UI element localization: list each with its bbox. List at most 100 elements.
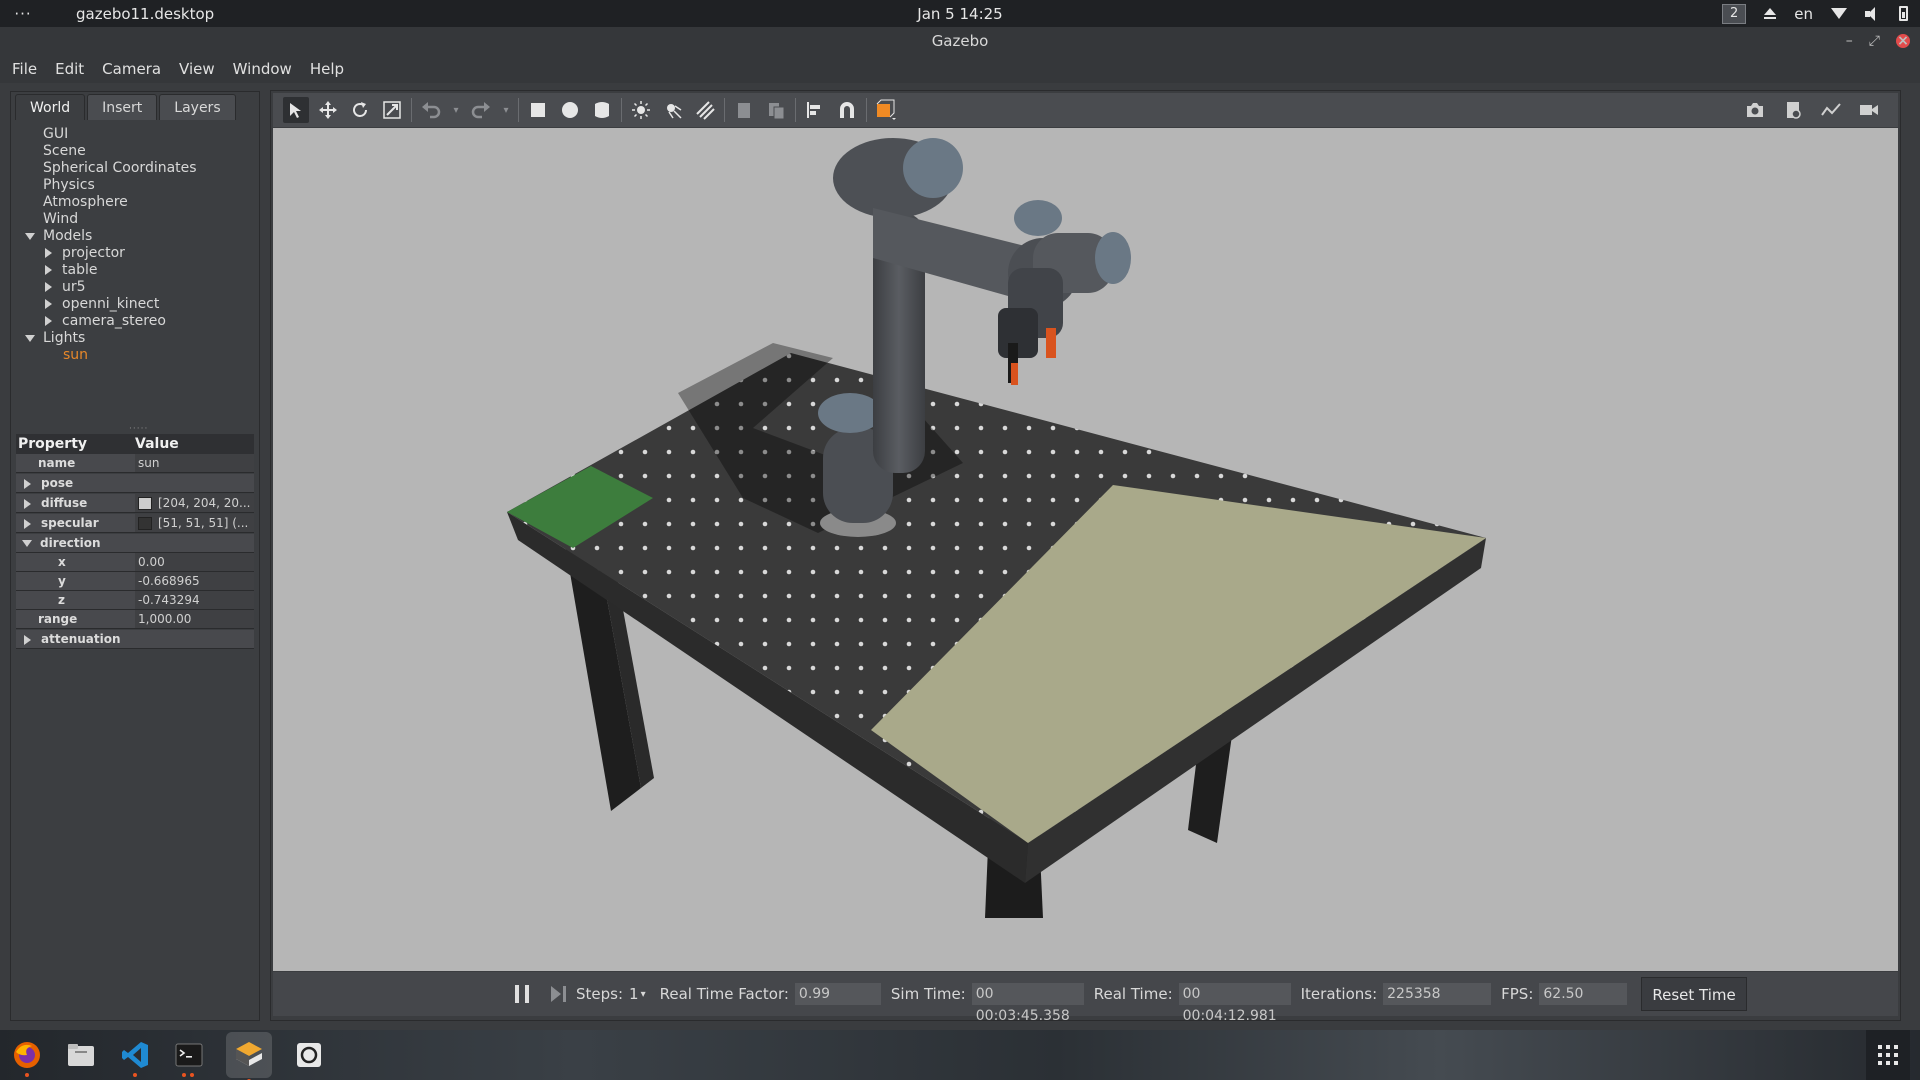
menu-file[interactable]: File	[12, 60, 37, 78]
tab-world[interactable]: World	[15, 94, 86, 120]
eject-icon[interactable]	[1764, 8, 1777, 19]
collapse-arrow-icon[interactable]	[24, 518, 31, 529]
reset-time-button[interactable]: Reset Time	[1641, 977, 1747, 1011]
gazebo-launcher[interactable]	[226, 1032, 272, 1080]
copy-button[interactable]	[731, 97, 757, 123]
tree-item-lights[interactable]: Lights	[25, 330, 85, 347]
tree-item-gui[interactable]: GUI	[43, 126, 68, 143]
tree-item-model[interactable]: ur5	[45, 279, 86, 296]
expand-arrow-icon[interactable]	[25, 232, 35, 240]
prop-value[interactable]: -0.743294	[135, 591, 254, 609]
menu-help[interactable]: Help	[310, 60, 344, 78]
plot-button[interactable]	[1818, 97, 1844, 123]
view-angle-button[interactable]	[873, 97, 899, 123]
menu-view[interactable]: View	[179, 60, 215, 78]
prop-row-pose[interactable]: pose	[16, 474, 254, 493]
point-light-button[interactable]	[628, 97, 654, 123]
firefox-launcher[interactable]	[10, 1038, 44, 1077]
prop-row-diffuse[interactable]: diffuse [204, 204, 20...	[16, 494, 254, 513]
tree-item-atmosphere[interactable]: Atmosphere	[43, 194, 128, 211]
scale-mode-button[interactable]	[379, 97, 405, 123]
prop-row-name[interactable]: name sun	[16, 454, 254, 473]
tree-item-spherical[interactable]: Spherical Coordinates	[43, 160, 197, 177]
files-launcher[interactable]	[64, 1038, 98, 1072]
wifi-icon[interactable]	[1831, 8, 1847, 19]
tree-item-model[interactable]: openni_kinect	[45, 296, 159, 313]
log-button[interactable]	[1780, 97, 1806, 123]
prop-row-direction[interactable]: direction	[16, 534, 254, 553]
tree-item-models[interactable]: Models	[25, 228, 92, 245]
tree-item-physics[interactable]: Physics	[43, 177, 95, 194]
collapse-arrow-icon[interactable]	[45, 248, 52, 258]
show-applications-button[interactable]	[1866, 1030, 1910, 1080]
spot-light-button[interactable]	[660, 97, 686, 123]
menu-edit[interactable]: Edit	[55, 60, 84, 78]
prop-row-specular[interactable]: specular [51, 51, 51] (...	[16, 514, 254, 533]
screenshot-button[interactable]	[1742, 97, 1768, 123]
tab-layers[interactable]: Layers	[159, 94, 236, 120]
terminal-launcher[interactable]	[172, 1038, 206, 1077]
prop-value[interactable]: [204, 204, 20...	[135, 494, 254, 512]
obs-launcher[interactable]	[292, 1038, 326, 1072]
undo-button[interactable]	[418, 97, 444, 123]
expand-arrow-icon[interactable]	[25, 334, 35, 342]
prop-value[interactable]: [51, 51, 51] (...	[135, 514, 254, 532]
collapse-arrow-icon[interactable]	[24, 498, 31, 509]
rotate-mode-button[interactable]	[347, 97, 373, 123]
directional-light-button[interactable]	[692, 97, 718, 123]
3d-viewport[interactable]	[273, 128, 1898, 971]
tab-insert[interactable]: Insert	[87, 94, 158, 120]
collapse-arrow-icon[interactable]	[45, 299, 52, 309]
tree-item-model[interactable]: table	[45, 262, 97, 279]
sphere-shape-button[interactable]	[557, 97, 583, 123]
redo-history-dropdown[interactable]: ▾	[500, 97, 512, 123]
menu-camera[interactable]: Camera	[102, 60, 161, 78]
box-shape-button[interactable]	[525, 97, 551, 123]
scene-render[interactable]	[273, 128, 1898, 971]
snap-button[interactable]	[834, 97, 860, 123]
battery-icon[interactable]	[1899, 6, 1908, 21]
tree-item-sun-selected[interactable]: sun	[63, 347, 88, 364]
redo-button[interactable]	[468, 97, 494, 123]
paste-button[interactable]	[763, 97, 789, 123]
prop-value[interactable]: 1,000.00	[135, 610, 254, 628]
expand-arrow-icon[interactable]	[22, 540, 32, 547]
collapse-arrow-icon[interactable]	[24, 478, 31, 489]
minimize-icon[interactable]: –	[1846, 27, 1853, 55]
collapse-arrow-icon[interactable]	[24, 634, 31, 645]
clock[interactable]: Jan 5 14:25	[0, 5, 1920, 23]
prop-row-y[interactable]: y -0.668965	[16, 572, 254, 591]
collapse-arrow-icon[interactable]	[45, 265, 52, 275]
video-record-button[interactable]	[1856, 97, 1882, 123]
menu-window[interactable]: Window	[233, 60, 292, 78]
steps-value[interactable]: 1	[629, 985, 639, 1003]
tree-item-model[interactable]: camera_stereo	[45, 313, 166, 330]
prop-row-z[interactable]: z -0.743294	[16, 591, 254, 610]
prop-row-range[interactable]: range 1,000.00	[16, 610, 254, 629]
chevron-down-icon[interactable]: ▾	[641, 989, 646, 1000]
undo-history-dropdown[interactable]: ▾	[450, 97, 462, 123]
collapse-arrow-icon[interactable]	[45, 316, 52, 326]
tree-item-scene[interactable]: Scene	[43, 143, 86, 160]
prop-row-attenuation[interactable]: attenuation	[16, 630, 254, 649]
language-indicator[interactable]: en	[1794, 5, 1813, 23]
step-icon[interactable]	[551, 986, 561, 1002]
close-icon[interactable]: ×	[1896, 34, 1910, 48]
maximize-icon[interactable]: ⤢	[1869, 27, 1880, 55]
activities-button[interactable]: ···	[0, 5, 46, 23]
cylinder-shape-button[interactable]	[589, 97, 615, 123]
align-button[interactable]	[802, 97, 828, 123]
vscode-launcher[interactable]	[118, 1038, 152, 1077]
prop-row-x[interactable]: x 0.00	[16, 553, 254, 572]
tree-item-wind[interactable]: Wind	[43, 211, 78, 228]
tree-item-model[interactable]: projector	[45, 245, 125, 262]
prop-value[interactable]: -0.668965	[135, 572, 254, 590]
workspace-indicator[interactable]: 2	[1721, 3, 1747, 24]
active-app-label[interactable]: gazebo11.desktop	[76, 5, 214, 23]
volume-icon[interactable]	[1865, 6, 1881, 21]
color-swatch[interactable]	[138, 497, 152, 510]
prop-value[interactable]: sun	[135, 454, 254, 472]
pause-button[interactable]	[515, 985, 529, 1003]
prop-value[interactable]: 0.00	[135, 553, 254, 571]
collapse-arrow-icon[interactable]	[45, 282, 52, 292]
